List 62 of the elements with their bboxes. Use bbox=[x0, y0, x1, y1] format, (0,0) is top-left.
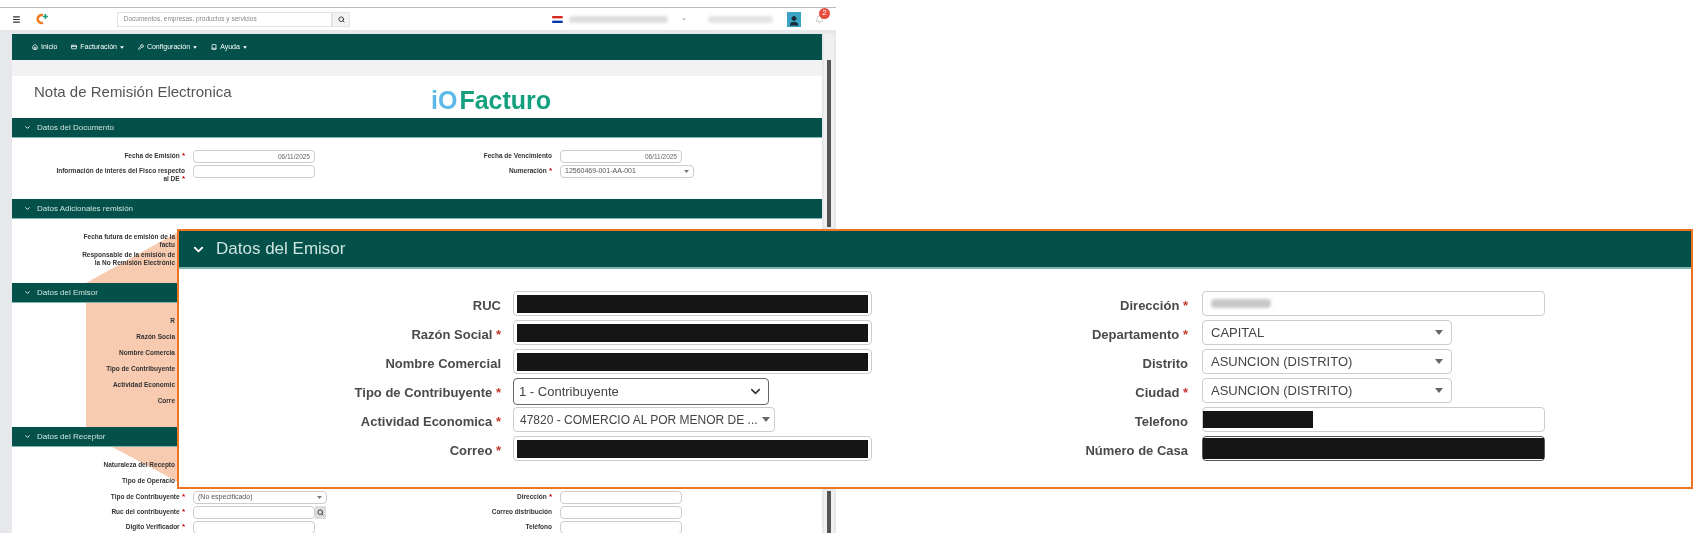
logo-icon[interactable] bbox=[34, 13, 49, 25]
section-header[interactable]: Datos Adicionales remisión bbox=[12, 199, 822, 219]
field-label: Telefono bbox=[1134, 414, 1188, 429]
field-label: Actividad Economica * bbox=[360, 414, 501, 429]
book-icon bbox=[211, 44, 218, 50]
section-header[interactable]: Datos del Documento bbox=[12, 118, 822, 138]
caret-icon bbox=[242, 45, 247, 49]
bell-icon[interactable] bbox=[815, 14, 824, 24]
section-header[interactable]: Datos del Receptor bbox=[12, 427, 177, 447]
scrollbar[interactable] bbox=[824, 34, 834, 227]
field-label: Razón Social * bbox=[411, 327, 501, 342]
search-button[interactable] bbox=[315, 506, 326, 519]
section-title: Datos del Documento bbox=[37, 121, 114, 134]
card-icon bbox=[71, 44, 78, 50]
flag-icon bbox=[552, 15, 564, 23]
chevron-icon bbox=[24, 289, 31, 296]
blurred-placeholder bbox=[1211, 299, 1271, 308]
brand-logo: iOFacturo bbox=[431, 84, 552, 113]
caret-icon bbox=[681, 17, 686, 21]
section-title: Datos del Receptor bbox=[37, 430, 106, 443]
select-field[interactable]: CAPITAL bbox=[1202, 320, 1452, 345]
chevron-icon bbox=[24, 124, 31, 131]
field-label: Dirección * bbox=[1120, 298, 1188, 313]
select-field[interactable]: 47820 - COMERCIO AL POR MENOR DE ... bbox=[513, 407, 775, 432]
caret-icon bbox=[1435, 388, 1443, 393]
field-label: Correo * bbox=[449, 443, 501, 458]
section-title: Datos Adicionales remisión bbox=[37, 202, 134, 215]
select-field[interactable]: ASUNCION (DISTRITO) bbox=[1202, 349, 1452, 374]
blurred-placeholder bbox=[707, 15, 774, 23]
search-icon bbox=[337, 15, 345, 23]
chevron-icon bbox=[24, 433, 31, 440]
scrollbar-segment[interactable] bbox=[824, 491, 834, 533]
field-label: Departamento * bbox=[1091, 327, 1188, 342]
section-title: Datos del Emisor bbox=[216, 238, 346, 261]
menu-icon[interactable] bbox=[12, 14, 21, 24]
home-icon bbox=[32, 44, 38, 50]
search-icon bbox=[317, 509, 324, 516]
wrench-icon bbox=[137, 44, 144, 50]
field-label: Número de Casa bbox=[1085, 443, 1188, 458]
caret-icon bbox=[317, 496, 322, 499]
caret-icon bbox=[193, 45, 198, 49]
section-header[interactable]: Datos del Emisor bbox=[12, 283, 177, 303]
section-header[interactable]: Datos del Emisor bbox=[179, 231, 1691, 269]
field-label: Distrito bbox=[1142, 356, 1188, 371]
field-label: Tipo de Contribuyente * bbox=[354, 385, 501, 400]
search-button[interactable] bbox=[332, 11, 351, 27]
caret-icon bbox=[1435, 330, 1443, 335]
caret-icon bbox=[119, 45, 124, 49]
select-field[interactable]: 1 - Contribuyente bbox=[513, 378, 769, 405]
page-title: Nota de Remisión Electronica bbox=[34, 83, 232, 100]
avatar[interactable] bbox=[787, 11, 801, 27]
notification-badge: 2 bbox=[819, 7, 830, 19]
select-field[interactable]: ASUNCION (DISTRITO) bbox=[1202, 378, 1452, 403]
person-icon bbox=[788, 14, 801, 27]
field-label: RUC bbox=[472, 298, 501, 313]
field-label: Ciudad * bbox=[1135, 385, 1188, 400]
chevron-icon bbox=[24, 205, 31, 212]
caret-icon bbox=[1435, 359, 1443, 364]
section-title: Datos del Emisor bbox=[37, 286, 98, 299]
caret-icon bbox=[684, 170, 689, 173]
field-label: Nombre Comercial bbox=[385, 356, 501, 371]
caret-icon bbox=[761, 417, 770, 422]
